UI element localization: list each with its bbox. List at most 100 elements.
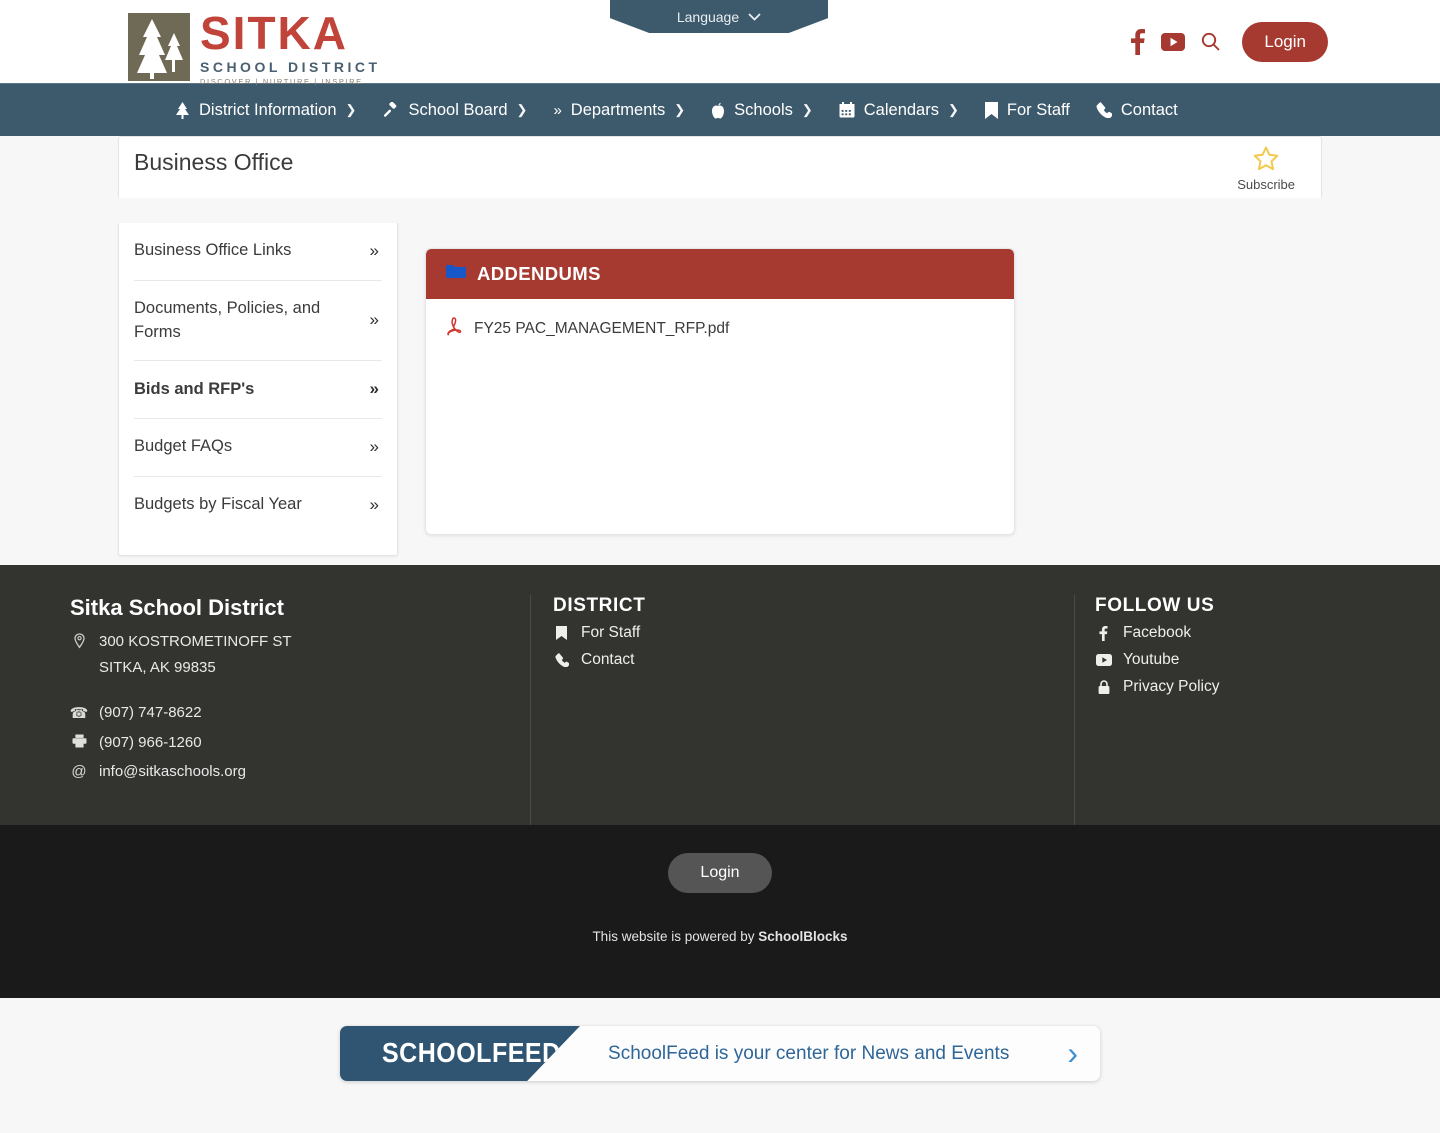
file-list-item[interactable]: FY25 PAC_MANAGEMENT_RFP.pdf xyxy=(426,299,1014,341)
chevron-right-icon: ❯ xyxy=(516,102,528,117)
schoolfeed-message: SchoolFeed is your center for News and E… xyxy=(608,1042,1010,1064)
subscribe-button[interactable]: Subscribe xyxy=(1237,146,1295,192)
footer-link-facebook[interactable]: Facebook xyxy=(1095,624,1440,642)
footer-login-button[interactable]: Login xyxy=(668,853,772,893)
sidebar-item-budgets-by-fiscal-year[interactable]: Budgets by Fiscal Year » xyxy=(134,477,382,534)
phone-icon xyxy=(553,653,570,667)
facebook-icon[interactable] xyxy=(1131,28,1146,55)
footer-address-line2: SITKA, AK 99835 xyxy=(99,659,216,676)
footer-contact-column: Sitka School District 300 KOSTROMETINOFF… xyxy=(0,595,530,825)
footer-follow-heading: FOLLOW US xyxy=(1095,595,1215,616)
nav-label: School Board xyxy=(408,100,508,119)
gavel-icon xyxy=(382,102,399,118)
footer-phone-row[interactable]: ☎ (907) 747-8622 xyxy=(70,704,530,722)
nav-label: For Staff xyxy=(1006,100,1070,119)
nav-item-schools[interactable]: Schools ❯ xyxy=(711,101,813,120)
site-subfooter: Login This website is powered by SchoolB… xyxy=(0,825,1440,998)
sidebar-item-budget-faqs[interactable]: Budget FAQs » xyxy=(134,419,382,477)
search-icon[interactable] xyxy=(1201,32,1221,51)
chevron-right-icon: ❯ xyxy=(947,102,959,117)
sidebar-item-business-office-links[interactable]: Business Office Links » xyxy=(134,223,382,281)
page-header-card: Business Office Subscribe xyxy=(118,136,1322,198)
sidebar-item-label: Budgets by Fiscal Year xyxy=(134,495,302,514)
bookmark-icon xyxy=(553,626,570,640)
nav-item-departments[interactable]: » Departments ❯ xyxy=(553,101,685,120)
sidebar-item-documents-policies-forms[interactable]: Documents, Policies, and Forms » xyxy=(134,281,382,362)
powered-by-brand: SchoolBlocks xyxy=(758,929,848,944)
addendums-card-title: ADDENDUMS xyxy=(477,263,601,284)
chevron-right-icon: ❯ xyxy=(345,102,357,117)
sidebar-item-label: Budget FAQs xyxy=(134,437,233,456)
apple-icon xyxy=(711,102,725,119)
language-selector[interactable]: Language xyxy=(610,0,828,33)
footer-link-label: For Staff xyxy=(581,624,641,641)
footer-email: info@sitkaschools.org xyxy=(99,763,246,780)
footer-link-label: Contact xyxy=(581,651,635,668)
main-content: Business Office Subscribe Business Offic… xyxy=(0,136,1440,565)
chevron-down-icon xyxy=(748,12,761,21)
double-chevron-icon: » xyxy=(369,241,379,260)
nav-item-school-board[interactable]: School Board ❯ xyxy=(382,101,527,120)
header-actions: Login xyxy=(1131,0,1328,83)
footer-fax-row[interactable]: (907) 966-1260 xyxy=(70,734,530,751)
header-login-button[interactable]: Login xyxy=(1242,21,1328,62)
page-title: Business Office xyxy=(134,149,294,175)
footer-district-name: Sitka School District xyxy=(70,595,284,620)
footer-email-row[interactable]: @ info@sitkaschools.org xyxy=(70,763,530,780)
double-chevron-icon: » xyxy=(553,101,562,119)
footer-address-row: 300 KOSTROMETINOFF ST xyxy=(70,633,530,650)
footer-phone: (907) 747-8622 xyxy=(99,704,202,721)
chevron-right-icon: ❯ xyxy=(674,102,686,117)
banner-zone: SCHOOLFEED SchoolFeed is your center for… xyxy=(0,998,1440,1133)
site-header: SITKA SCHOOL DISTRICT DISCOVER | NURTURE… xyxy=(0,0,1440,86)
nav-item-for-staff[interactable]: For Staff xyxy=(984,100,1070,120)
file-name: FY25 PAC_MANAGEMENT_RFP.pdf xyxy=(474,319,730,337)
sidebar-item-bids-and-rfps[interactable]: Bids and RFP's » xyxy=(134,361,382,420)
language-label: Language xyxy=(676,8,740,25)
section-sidebar: Business Office Links » Documents, Polic… xyxy=(118,223,398,557)
footer-district-column: DISTRICT For Staff Contact xyxy=(530,595,1075,825)
footer-fax: (907) 966-1260 xyxy=(99,734,202,751)
printer-icon xyxy=(70,734,88,748)
site-logo[interactable]: SITKA SCHOOL DISTRICT DISCOVER | NURTURE… xyxy=(128,8,381,86)
footer-link-label: Facebook xyxy=(1123,624,1192,641)
powered-by-prefix: This website is powered by xyxy=(592,929,759,944)
star-icon xyxy=(1253,146,1279,171)
footer-link-privacy-policy[interactable]: Privacy Policy xyxy=(1095,678,1440,696)
tree-icon xyxy=(175,101,190,119)
footer-address-line1: 300 KOSTROMETINOFF ST xyxy=(99,633,292,650)
calendar-icon xyxy=(839,102,855,118)
nav-item-contact[interactable]: Contact xyxy=(1096,101,1178,120)
subscribe-label: Subscribe xyxy=(1237,177,1295,192)
phone-icon xyxy=(1096,102,1112,118)
sidebar-item-label: Business Office Links xyxy=(134,241,292,260)
chevron-right-icon[interactable]: › xyxy=(1067,1035,1100,1072)
site-footer: Sitka School District 300 KOSTROMETINOFF… xyxy=(0,565,1440,825)
logo-subtitle: SCHOOL DISTRICT xyxy=(200,59,381,75)
youtube-icon[interactable] xyxy=(1161,32,1186,51)
nav-label: Contact xyxy=(1120,100,1178,119)
bookmark-icon xyxy=(984,101,998,119)
nav-item-calendars[interactable]: Calendars ❯ xyxy=(839,101,959,120)
logo-wordmark: SITKA xyxy=(200,7,348,59)
nav-label: Schools xyxy=(734,100,793,119)
nav-label: Calendars xyxy=(863,100,939,119)
sidebar-item-label: Bids and RFP's xyxy=(134,379,255,398)
footer-link-for-staff[interactable]: For Staff xyxy=(553,624,1074,642)
double-chevron-icon: » xyxy=(369,494,379,514)
footer-link-label: Youtube xyxy=(1123,651,1180,668)
schoolfeed-logo-text: SCHOOLFEED xyxy=(382,1037,561,1069)
lock-icon xyxy=(1095,679,1112,695)
nav-item-district-information[interactable]: District Information ❯ xyxy=(175,101,356,120)
footer-link-label: Privacy Policy xyxy=(1123,678,1220,695)
telephone-icon: ☎ xyxy=(69,705,89,722)
footer-contact-methods: ☎ (907) 747-8622 (907) 966-1260 @ info@s… xyxy=(70,704,530,780)
youtube-icon xyxy=(1095,654,1112,666)
footer-district-heading: DISTRICT xyxy=(553,595,646,616)
double-chevron-icon: » xyxy=(369,310,379,330)
schoolfeed-banner[interactable]: SCHOOLFEED SchoolFeed is your center for… xyxy=(340,1026,1100,1081)
footer-link-contact[interactable]: Contact xyxy=(553,651,1074,669)
footer-link-youtube[interactable]: Youtube xyxy=(1095,651,1440,669)
folder-icon xyxy=(446,264,466,284)
facebook-icon xyxy=(1095,625,1112,641)
